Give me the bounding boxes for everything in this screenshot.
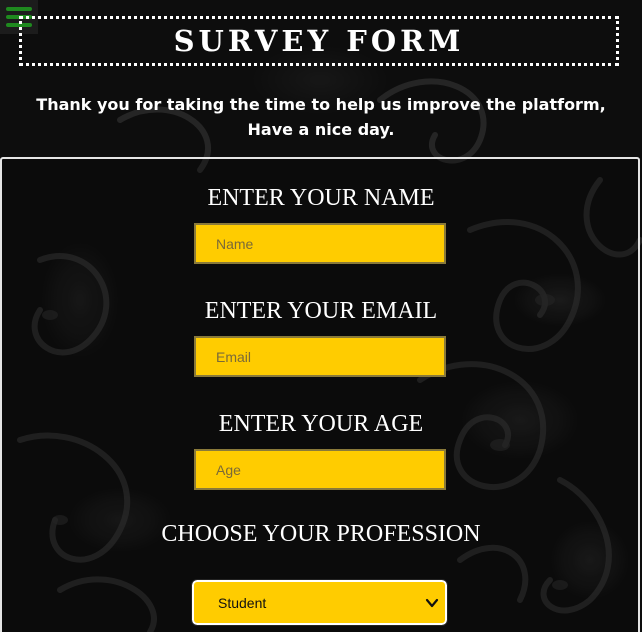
name-input[interactable] bbox=[194, 223, 446, 264]
thank-you-line-1: Thank you for taking the time to help us… bbox=[36, 95, 606, 114]
age-input[interactable] bbox=[194, 449, 446, 490]
profession-label: CHOOSE YOUR PROFESSION bbox=[161, 521, 481, 547]
profession-select[interactable]: Student bbox=[191, 579, 448, 626]
email-input[interactable] bbox=[194, 336, 446, 377]
thank-you-message: Thank you for taking the time to help us… bbox=[0, 92, 642, 142]
page-title: SURVEY FORM bbox=[173, 24, 465, 58]
chevron-down-icon bbox=[425, 598, 439, 607]
thank-you-line-2: Have a nice day. bbox=[247, 120, 395, 139]
name-label: ENTER YOUR NAME bbox=[207, 185, 435, 211]
email-label: ENTER YOUR EMAIL bbox=[204, 298, 438, 324]
title-box: SURVEY FORM bbox=[19, 16, 619, 66]
profession-selected-value: Student bbox=[218, 594, 267, 611]
age-label: ENTER YOUR AGE bbox=[218, 411, 424, 437]
menu-bar bbox=[6, 7, 32, 11]
